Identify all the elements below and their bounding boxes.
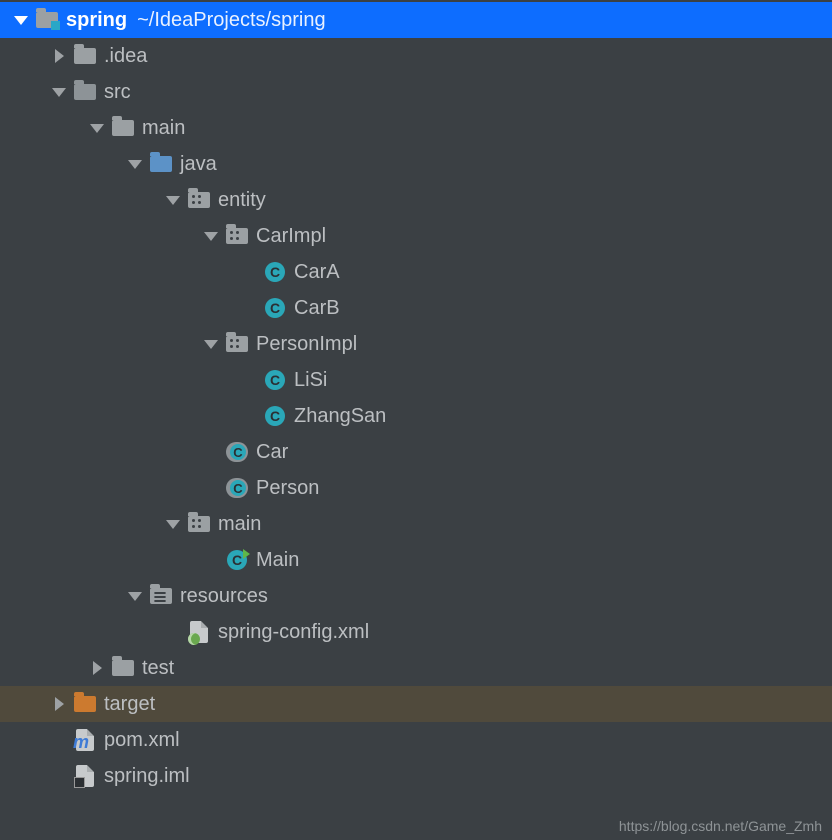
folder-label: resources — [180, 585, 268, 608]
tree-row-personimpl[interactable]: PersonImpl — [0, 326, 832, 362]
project-tree[interactable]: spring ~/IdeaProjects/spring .idea src m… — [0, 0, 832, 794]
package-label: entity — [218, 189, 266, 212]
source-folder-icon — [150, 154, 172, 174]
resources-folder-icon — [150, 586, 172, 606]
package-label: CarImpl — [256, 225, 326, 248]
tree-row-zhangsan[interactable]: C ZhangSan — [0, 398, 832, 434]
expand-arrow-icon[interactable] — [14, 16, 28, 25]
file-label: spring-config.xml — [218, 621, 369, 644]
tree-row-java[interactable]: java — [0, 146, 832, 182]
collapse-arrow-icon[interactable] — [55, 49, 64, 63]
class-label: ZhangSan — [294, 405, 386, 428]
interface-icon: C — [226, 442, 248, 462]
no-arrow — [242, 409, 256, 423]
tree-row-idea[interactable]: .idea — [0, 38, 832, 74]
folder-icon — [74, 82, 96, 102]
folder-label: .idea — [104, 45, 147, 68]
tree-row-spring-config[interactable]: spring-config.xml — [0, 614, 832, 650]
file-label: pom.xml — [104, 729, 180, 752]
tree-row-iml[interactable]: spring.iml — [0, 758, 832, 794]
excluded-folder-icon — [74, 694, 96, 714]
tree-row-person-interface[interactable]: C Person — [0, 470, 832, 506]
package-icon — [188, 190, 210, 210]
no-arrow — [242, 373, 256, 387]
interface-label: Car — [256, 441, 288, 464]
watermark-text: https://blog.csdn.net/Game_Zmh — [619, 818, 822, 834]
package-label: main — [218, 513, 261, 536]
tree-row-main[interactable]: main — [0, 110, 832, 146]
folder-icon — [112, 658, 134, 678]
class-label: CarB — [294, 297, 340, 320]
package-label: PersonImpl — [256, 333, 357, 356]
folder-label: test — [142, 657, 174, 680]
runnable-class-icon: C — [226, 550, 248, 570]
tree-row-main-pkg[interactable]: main — [0, 506, 832, 542]
tree-row-test[interactable]: test — [0, 650, 832, 686]
package-icon — [188, 514, 210, 534]
iml-file-icon — [74, 766, 96, 786]
collapse-arrow-icon[interactable] — [55, 697, 64, 711]
package-icon — [226, 226, 248, 246]
class-label: Main — [256, 549, 299, 572]
class-label: CarA — [294, 261, 340, 284]
no-arrow — [204, 445, 218, 459]
class-icon: C — [264, 298, 286, 318]
no-arrow — [166, 625, 180, 639]
class-icon: C — [264, 370, 286, 390]
project-path: ~/IdeaProjects/spring — [137, 9, 325, 32]
tree-row-main-class[interactable]: C Main — [0, 542, 832, 578]
maven-file-icon — [74, 730, 96, 750]
folder-icon — [112, 118, 134, 138]
expand-arrow-icon[interactable] — [166, 520, 180, 529]
no-arrow — [52, 733, 66, 747]
module-folder-icon — [36, 10, 58, 30]
expand-arrow-icon[interactable] — [204, 232, 218, 241]
expand-arrow-icon[interactable] — [90, 124, 104, 133]
interface-label: Person — [256, 477, 319, 500]
tree-row-lisi[interactable]: C LiSi — [0, 362, 832, 398]
folder-label: java — [180, 153, 217, 176]
folder-label: target — [104, 693, 155, 716]
tree-row-cara[interactable]: C CarA — [0, 254, 832, 290]
no-arrow — [52, 769, 66, 783]
class-label: LiSi — [294, 369, 327, 392]
tree-row-entity[interactable]: entity — [0, 182, 832, 218]
expand-arrow-icon[interactable] — [52, 88, 66, 97]
tree-row-project-root[interactable]: spring ~/IdeaProjects/spring — [0, 2, 832, 38]
no-arrow — [204, 481, 218, 495]
class-icon: C — [264, 406, 286, 426]
tree-row-car-interface[interactable]: C Car — [0, 434, 832, 470]
collapse-arrow-icon[interactable] — [93, 661, 102, 675]
tree-row-resources[interactable]: resources — [0, 578, 832, 614]
xml-file-icon — [188, 622, 210, 642]
expand-arrow-icon[interactable] — [128, 160, 142, 169]
expand-arrow-icon[interactable] — [166, 196, 180, 205]
tree-row-carimpl[interactable]: CarImpl — [0, 218, 832, 254]
no-arrow — [204, 553, 218, 567]
tree-row-carb[interactable]: C CarB — [0, 290, 832, 326]
package-icon — [226, 334, 248, 354]
interface-icon: C — [226, 478, 248, 498]
no-arrow — [242, 301, 256, 315]
file-label: spring.iml — [104, 765, 190, 788]
folder-label: main — [142, 117, 185, 140]
project-name: spring — [66, 9, 127, 32]
class-icon: C — [264, 262, 286, 282]
expand-arrow-icon[interactable] — [128, 592, 142, 601]
tree-row-pom[interactable]: pom.xml — [0, 722, 832, 758]
expand-arrow-icon[interactable] — [204, 340, 218, 349]
tree-row-src[interactable]: src — [0, 74, 832, 110]
no-arrow — [242, 265, 256, 279]
folder-label: src — [104, 81, 131, 104]
tree-row-target[interactable]: target — [0, 686, 832, 722]
folder-icon — [74, 46, 96, 66]
